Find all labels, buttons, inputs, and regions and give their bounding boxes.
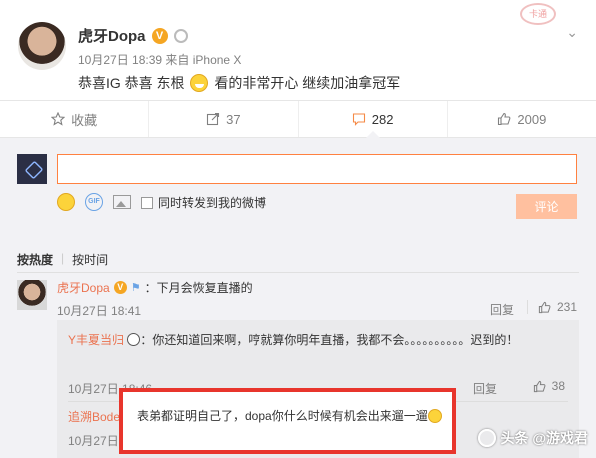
checkbox-icon[interactable] — [141, 196, 153, 209]
comment-sort-tabs: 按热度 | 按时间 — [17, 251, 108, 268]
reply-like-button[interactable]: 38 — [533, 379, 565, 393]
reply-like-count: 38 — [551, 379, 565, 393]
highlight-text: 表弟都证明自己了，dopa你什么时候有机会出来遛一遛 — [137, 409, 428, 423]
post-action-bar: 收藏 37 282 2009 — [0, 100, 596, 138]
grin-emoji-icon — [190, 74, 209, 92]
submit-comment-button[interactable]: 评论 — [516, 194, 577, 219]
weibo-post: 虎牙Dopa V 10月27日 18:39 来自 iPhone X 恭喜IG 恭… — [0, 0, 596, 100]
like-icon — [538, 301, 551, 313]
author-avatar[interactable] — [18, 22, 66, 70]
grin-emoji-icon — [427, 409, 442, 423]
commenter-name[interactable]: 虎牙Dopa — [57, 279, 110, 296]
reply-author[interactable]: Y丰夏当归 — [68, 333, 124, 347]
medal-icon — [173, 28, 188, 43]
tab-sort-time[interactable]: 按时间 — [72, 251, 108, 268]
like-icon — [533, 380, 546, 392]
like-count: 2009 — [517, 111, 547, 127]
highlight-text-line: 表弟都证明自己了，dopa你什么时候有机会出来遛一遛 — [137, 407, 442, 424]
comment-count: 282 — [371, 111, 394, 127]
star-icon — [51, 112, 66, 126]
comment-like-count: 231 — [556, 300, 577, 314]
comment-like-button[interactable]: 231 — [538, 300, 577, 314]
favorite-label: 收藏 — [71, 112, 98, 128]
comment-time: 10月27日 18:41 — [57, 304, 142, 318]
verified-badge-icon: V — [151, 27, 168, 44]
repost-button[interactable]: 37 — [149, 101, 299, 137]
panda-emoji-icon — [127, 333, 141, 346]
comment-input[interactable] — [57, 154, 577, 184]
author-name[interactable]: 虎牙Dopa — [78, 25, 146, 46]
reply-reply-button[interactable]: 回复 — [473, 380, 497, 397]
watermark: 头条 @游戏君 — [478, 428, 588, 448]
emoji-picker-icon[interactable] — [57, 193, 75, 211]
post-content-text-1: 恭喜IG 恭喜 东根 — [78, 75, 189, 91]
repost-count: 37 — [226, 111, 241, 127]
favorite-button[interactable]: 收藏 — [0, 101, 150, 137]
tab-sort-hot[interactable]: 按热度 — [17, 251, 53, 268]
composer-tools: GIF 同时转发到我的微博 — [57, 193, 266, 211]
reply-author[interactable]: 追溯Bode — [68, 408, 120, 425]
watermark-logo-icon — [478, 429, 497, 447]
current-user-avatar[interactable] — [17, 154, 47, 184]
comment-line: 虎牙Dopa V ⚑ ：下月会恢复直播的 — [57, 279, 253, 296]
post-meta: 10月27日 18:39 来自 iPhone X — [78, 53, 242, 67]
reply-item: Y丰夏当归 ：你还知道回来啊，哼就算你明年直播，我都不会。。。。。。。。。。迟到… — [68, 330, 568, 351]
watermark-text: 头条 @游戏君 — [500, 430, 588, 446]
comment-text: ：下月会恢复直播的 — [144, 281, 253, 295]
repost-checkbox-label: 同时转发到我的微博 — [158, 195, 267, 210]
comment-button[interactable]: 282 — [299, 101, 448, 138]
highlight-box: 表弟都证明自己了，dopa你什么时候有机会出来遛一遛 — [119, 388, 456, 454]
image-upload-icon[interactable] — [113, 195, 131, 209]
divider — [17, 272, 579, 273]
rank-icon: ⚑ — [130, 282, 141, 294]
comment-reply-button[interactable]: 回复 — [490, 301, 514, 318]
post-content-text-2: 看的非常开心 继续加油拿冠军 — [210, 75, 401, 91]
like-button[interactable]: 2009 — [448, 101, 596, 137]
repost-icon — [207, 112, 220, 126]
author-line: 虎牙Dopa V — [78, 25, 188, 46]
repost-checkbox[interactable]: 同时转发到我的微博 — [141, 194, 266, 211]
sort-separator: | — [61, 251, 65, 265]
comment-icon — [352, 113, 365, 126]
reply-text: ：你还知道回来啊，哼就算你明年直播，我都不会。。。。。。。。。。迟到的！ — [140, 333, 519, 347]
post-content: 恭喜IG 恭喜 东根 看的非常开心 继续加油拿冠军 — [78, 73, 400, 93]
like-icon — [498, 112, 511, 126]
chevron-down-icon[interactable]: ⌄ — [566, 24, 578, 41]
divider — [527, 300, 528, 314]
stamp-logo: 卡通 — [520, 3, 556, 25]
commenter-avatar[interactable] — [17, 280, 47, 310]
verified-badge-icon: V — [113, 281, 127, 294]
gif-icon[interactable]: GIF — [85, 193, 103, 211]
